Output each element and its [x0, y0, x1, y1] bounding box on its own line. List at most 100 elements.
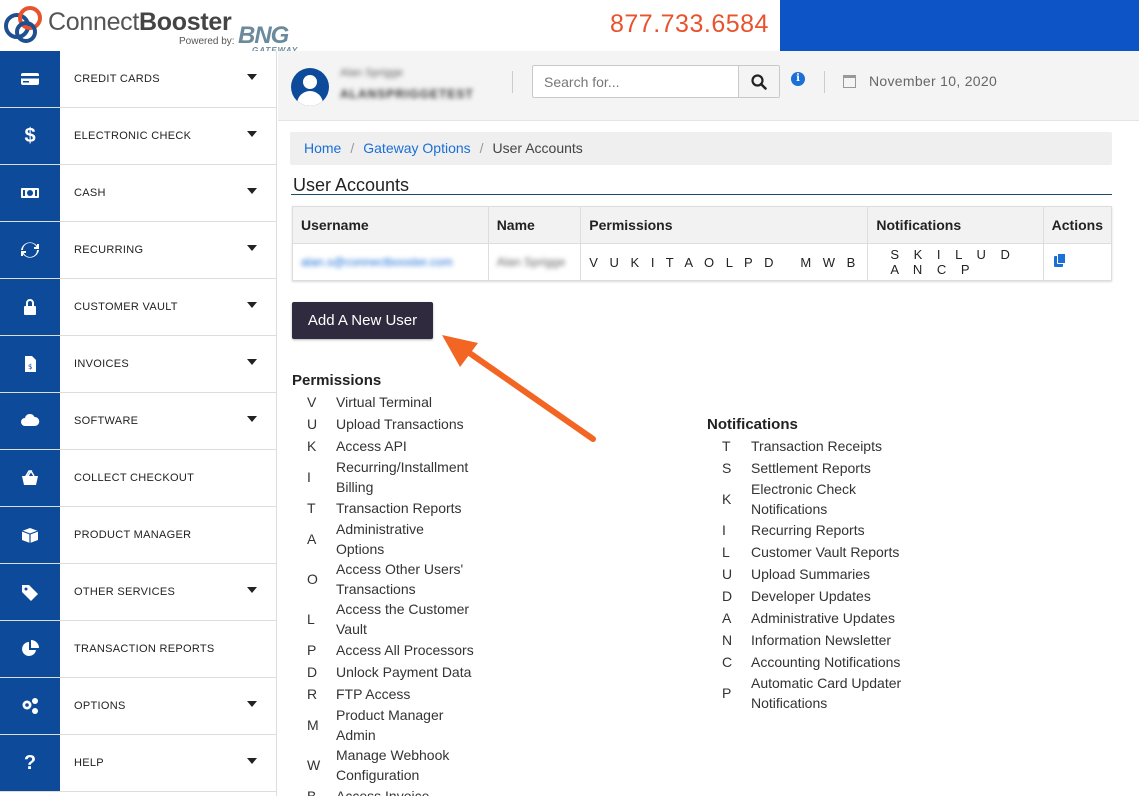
- legend-key: U: [307, 416, 318, 432]
- column-header-actions: Actions: [1042, 206, 1113, 244]
- legend-label: Customer Vault Reports: [751, 544, 900, 560]
- phone-number: 877.733.6584: [610, 10, 769, 38]
- connectbooster-logo[interactable]: ConnectBooster Powered by: BNGGATEWAY: [2, 2, 322, 55]
- legend-label: Manage Webhook Configuration: [336, 747, 450, 783]
- gears-icon: [0, 678, 60, 734]
- legend-label: Product Manager Admin: [336, 707, 444, 743]
- legend-key: L: [722, 544, 730, 560]
- question-icon: ?: [0, 735, 60, 791]
- legend-label: Recurring Reports: [751, 522, 865, 538]
- avatar[interactable]: [291, 68, 329, 106]
- legend-label: Virtual Terminal: [336, 394, 432, 410]
- breadcrumb-separator: /: [479, 140, 484, 156]
- add-new-user-button[interactable]: Add A New User: [292, 302, 433, 339]
- column-header-permissions[interactable]: Permissions: [580, 206, 869, 244]
- legend-item: N Information Newsletter: [721, 629, 941, 651]
- caret-down-icon: [247, 245, 257, 251]
- sidebar-item-credit-cards[interactable]: CREDIT CARDS: [0, 51, 276, 108]
- sidebar-item-recurring[interactable]: RECURRING: [0, 222, 276, 279]
- top-header: ConnectBooster Powered by: BNGGATEWAY 87…: [0, 0, 1139, 55]
- current-date: November 10, 2020: [869, 73, 998, 89]
- sidebar-item-options[interactable]: OPTIONS: [0, 678, 276, 735]
- dollar-icon: $: [0, 108, 60, 164]
- sidebar-item-collect-checkout[interactable]: COLLECT CHECKOUT: [0, 450, 276, 507]
- permissions-title: Permissions: [292, 372, 382, 389]
- sidebar-item-help[interactable]: ? HELP: [0, 735, 276, 792]
- sidebar-item-product-manager[interactable]: PRODUCT MANAGER: [0, 507, 276, 564]
- legend-item: A Administrative Updates: [721, 607, 941, 629]
- sidebar-nav: CREDIT CARDS $ ELECTRONIC CHECK CASH REC…: [0, 51, 277, 796]
- legend-item: K Electronic Check Notifications: [721, 479, 941, 519]
- breadcrumb-home[interactable]: Home: [304, 140, 341, 156]
- sidebar-item-label: PRODUCT MANAGER: [74, 529, 192, 541]
- user-accounts-table: Username Name Permissions Notifications …: [292, 206, 1113, 281]
- column-header-username[interactable]: Username: [292, 206, 489, 244]
- legend-key: N: [722, 632, 733, 648]
- legend-item: O Access Other Users' Transactions: [306, 559, 566, 599]
- breadcrumb: Home / Gateway Options / User Accounts: [290, 132, 1112, 165]
- legend-key: I: [307, 469, 311, 485]
- legend-key: A: [722, 610, 732, 626]
- sidebar-item-other-services[interactable]: OTHER SERVICES: [0, 564, 276, 621]
- sidebar-item-label: CREDIT CARDS: [74, 73, 160, 85]
- search-input[interactable]: [533, 66, 739, 97]
- username-cell[interactable]: alan.s@connectbooster.com: [292, 243, 489, 281]
- tags-icon: [0, 564, 60, 620]
- legend-item: U Upload Summaries: [721, 563, 941, 585]
- logo-powered-by: Powered by:: [179, 36, 235, 47]
- search-button[interactable]: [738, 66, 779, 97]
- legend-label: Electronic Check Notifications: [751, 481, 857, 517]
- legend-label: Automatic Card Updater Notifications: [751, 675, 902, 711]
- refresh-icon: [0, 222, 60, 278]
- legend-item: A Administrative Options: [306, 519, 566, 559]
- legend-item: M Product Manager Admin: [306, 705, 566, 745]
- caret-down-icon: [247, 188, 257, 194]
- caret-down-icon: [247, 302, 257, 308]
- legend-item: W Manage Webhook Configuration: [306, 745, 566, 785]
- legend-label: Upload Transactions: [336, 416, 464, 432]
- sidebar-item-invoices[interactable]: $ INVOICES: [0, 336, 276, 393]
- sidebar-item-label: ELECTRONIC CHECK: [74, 130, 192, 142]
- info-icon[interactable]: i: [791, 72, 805, 86]
- legend-key: D: [307, 664, 318, 680]
- sidebar-item-software[interactable]: SOFTWARE: [0, 393, 276, 450]
- sidebar-item-transaction-reports[interactable]: TRANSACTION REPORTS: [0, 621, 276, 678]
- legend-item: I Recurring/Installment Billing: [306, 457, 566, 497]
- legend-label: Unlock Payment Data: [336, 664, 472, 680]
- calendar-icon: [843, 75, 856, 88]
- sidebar-item-label: OPTIONS: [74, 700, 126, 712]
- legend-item: U Upload Transactions: [306, 413, 566, 435]
- column-header-notifications[interactable]: Notifications: [867, 206, 1044, 244]
- sidebar-item-customer-vault[interactable]: CUSTOMER VAULT: [0, 279, 276, 336]
- legend-key: L: [307, 611, 315, 627]
- copy-icon[interactable]: [1053, 253, 1068, 268]
- legend-label: Access Invoice: [336, 788, 430, 796]
- cloud-icon: [0, 393, 60, 449]
- legend-label: Access the Customer Vault: [336, 601, 470, 637]
- sidebar-item-electronic-check[interactable]: $ ELECTRONIC CHECK: [0, 108, 276, 165]
- caret-down-icon: [247, 758, 257, 764]
- legend-item: K Access API: [306, 435, 566, 457]
- breadcrumb-separator: /: [350, 140, 355, 156]
- sidebar-item-label: COLLECT CHECKOUT: [74, 472, 195, 484]
- divider: [824, 71, 825, 93]
- svg-text:$: $: [28, 363, 32, 371]
- legend-item: C Accounting Notifications: [721, 651, 941, 673]
- breadcrumb-gateway-options[interactable]: Gateway Options: [363, 140, 470, 156]
- legend-item: L Customer Vault Reports: [721, 541, 941, 563]
- table-row: alan.s@connectbooster.com Alan Sprigge V…: [292, 243, 1113, 281]
- search-icon: [751, 73, 767, 90]
- table-header-row: Username Name Permissions Notifications …: [292, 206, 1113, 244]
- sidebar-item-cash[interactable]: CASH: [0, 165, 276, 222]
- basket-icon: [0, 450, 60, 506]
- caret-down-icon: [247, 416, 257, 422]
- main-content: Alan Sprigge ALANSPRIGGETEST i November …: [278, 51, 1139, 796]
- permissions-legend: V Virtual Terminal U Upload Transactions K Ac…: [306, 391, 566, 796]
- legend-item: T Transaction Receipts: [721, 435, 941, 457]
- legend-key: K: [307, 438, 317, 454]
- legend-key: I: [722, 522, 726, 538]
- sidebar-item-label: TRANSACTION REPORTS: [74, 643, 215, 655]
- name-cell: Alan Sprigge: [487, 243, 582, 281]
- user-id: ALANSPRIGGETEST: [340, 87, 474, 101]
- column-header-name[interactable]: Name: [487, 206, 582, 244]
